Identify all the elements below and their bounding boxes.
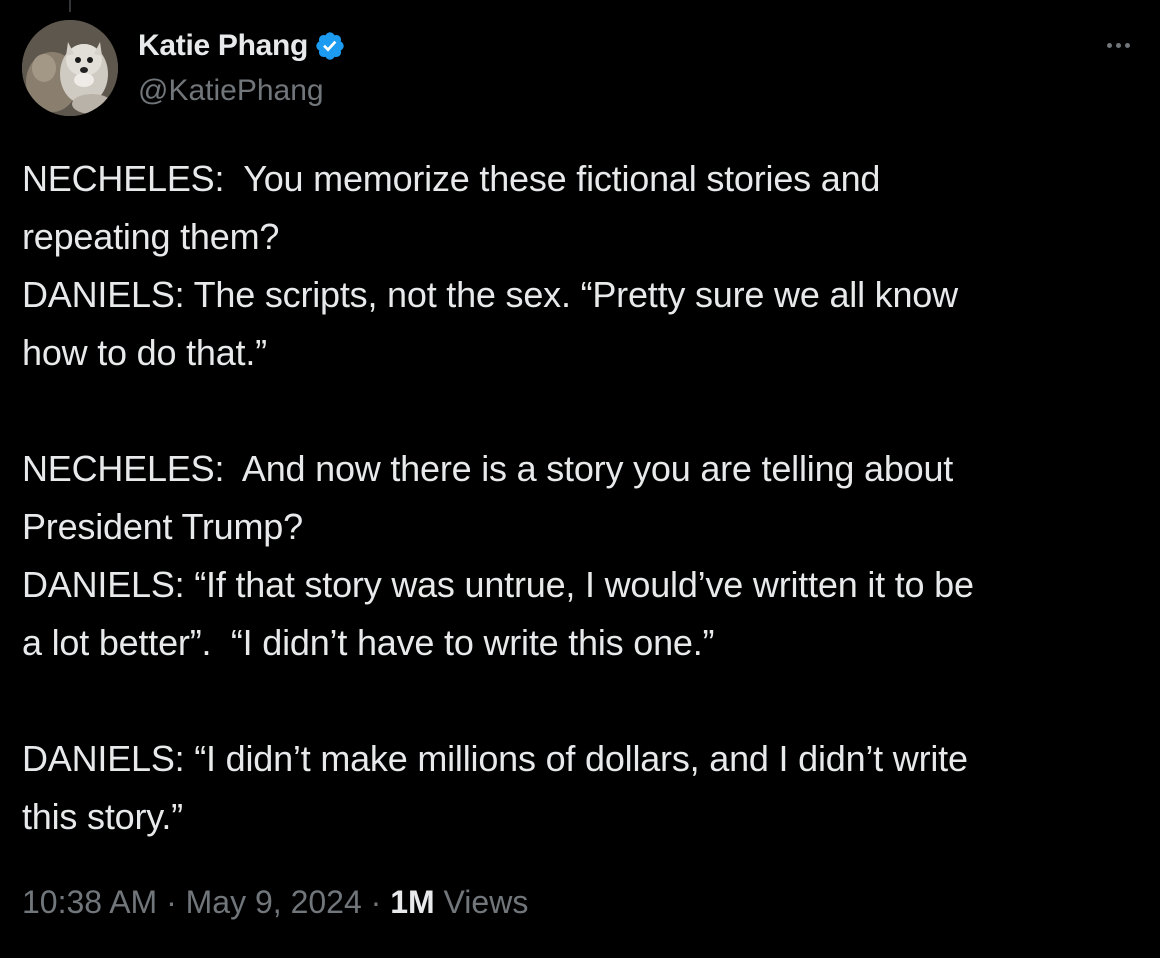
tweet-date[interactable]: May 9, 2024 <box>186 884 362 921</box>
author-display-name[interactable]: Katie Phang <box>138 29 308 63</box>
dot <box>1115 42 1121 48</box>
dot <box>1124 42 1130 48</box>
author-name-row: Katie Phang <box>138 26 346 66</box>
tweet-line: how to do that.” <box>22 332 267 373</box>
tweet-line: DANIELS: “I didn’t make millions of doll… <box>22 738 968 779</box>
meta-separator: · <box>157 884 186 920</box>
views-label[interactable]: Views <box>435 884 529 921</box>
dot <box>1106 42 1112 48</box>
thread-connector <box>69 0 71 12</box>
tweet-line: DANIELS: “If that story was untrue, I wo… <box>22 564 974 605</box>
tweet-line: repeating them? <box>22 216 280 257</box>
verified-badge-icon[interactable] <box>314 30 346 62</box>
tweet-text: NECHELES: You memorize these fictional s… <box>22 150 1152 846</box>
meta-separator: · <box>361 884 391 920</box>
tweet-timestamp[interactable]: 10:38 AM <box>22 884 157 921</box>
more-options-icon[interactable] <box>1098 30 1138 60</box>
tweet-metadata: 10:38 AM · May 9, 2024 · 1M Views <box>22 884 528 921</box>
avatar[interactable] <box>22 20 118 116</box>
views-count[interactable]: 1M <box>390 884 434 921</box>
tweet-line: President Trump? <box>22 506 303 547</box>
tweet-line: this story.” <box>22 796 183 837</box>
tweet-line: NECHELES: And now there is a story you a… <box>22 448 954 489</box>
avatar-image <box>22 20 118 116</box>
author-handle[interactable]: @KatiePhang <box>138 74 324 108</box>
tweet-line: DANIELS: The scripts, not the sex. “Pret… <box>22 274 958 315</box>
tweet-line: NECHELES: You memorize these fictional s… <box>22 158 881 199</box>
tweet-line: a lot better”. “I didn’t have to write t… <box>22 622 715 663</box>
